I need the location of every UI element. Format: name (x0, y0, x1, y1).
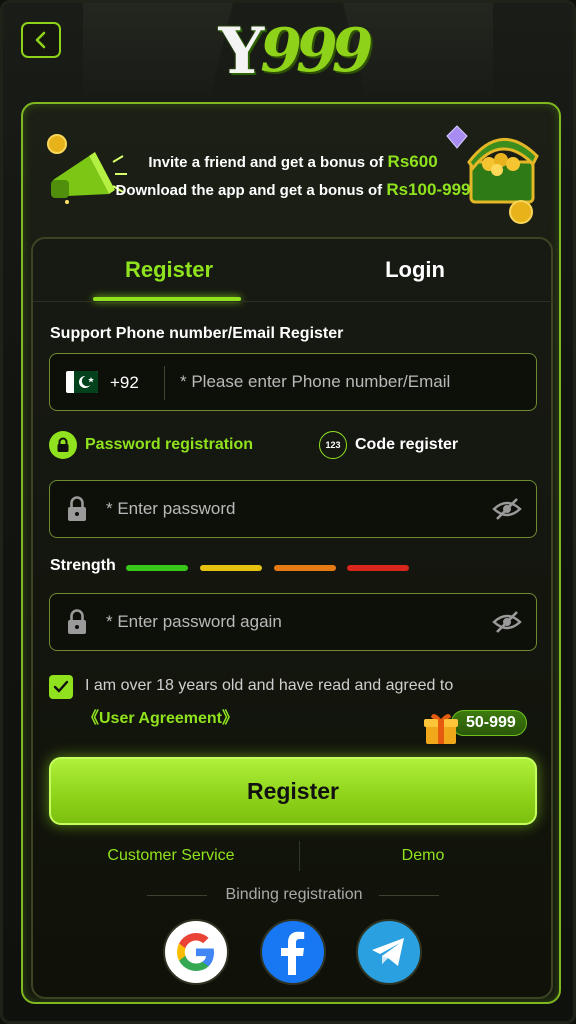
lock-icon (68, 609, 86, 634)
binding-line-right (379, 895, 439, 896)
phone-email-input[interactable] (180, 372, 520, 392)
code-register-label: Code register (355, 436, 459, 453)
password-input[interactable] (106, 499, 476, 519)
app-frame: Y 999 Invite a friend and get a bonus of… (0, 0, 576, 1024)
bonus-banner: Invite a friend and get a bonus of Rs600… (23, 104, 563, 236)
logo-number: 999 (260, 16, 373, 86)
register-form-card: Register Login Support Phone number/Emai… (31, 237, 555, 999)
google-login-button[interactable] (163, 919, 229, 985)
eye-off-icon[interactable] (492, 610, 522, 634)
lock-icon (49, 431, 77, 459)
password-registration-option[interactable]: Password registration (49, 431, 253, 459)
confirm-password-input[interactable] (106, 612, 476, 632)
app-logo: Y 999 (203, 11, 383, 91)
agreement-text: I am over 18 years old and have read and… (85, 677, 454, 694)
demo-link[interactable]: Demo (303, 847, 543, 865)
invite-bonus-label: Invite a friend and get a bonus of (148, 154, 384, 171)
facebook-icon (281, 931, 305, 975)
strength-bar-3 (274, 565, 336, 571)
tabs-divider (33, 301, 555, 302)
auth-tabs: Register Login (33, 239, 555, 303)
confirm-password-field (49, 593, 537, 651)
megaphone-icon (47, 134, 127, 204)
password-strength: Strength (50, 557, 538, 577)
phone-separator (164, 366, 165, 400)
back-button[interactable] (21, 22, 61, 58)
strength-bar-2 (200, 565, 262, 571)
binding-registration: Binding registration (33, 883, 555, 907)
footer-links: Customer Service Demo (33, 841, 555, 871)
password-field (49, 480, 537, 538)
google-icon (177, 933, 214, 971)
strength-bar-1 (126, 565, 188, 571)
checkmark-icon (53, 680, 69, 693)
eye-off-icon[interactable] (492, 497, 522, 521)
download-bonus-label: Download the app and get a bonus of (115, 182, 383, 199)
user-agreement-link[interactable]: 《User Agreement》 (83, 704, 238, 728)
code-123-icon: 123 (319, 431, 347, 459)
phone-field: +92 (49, 353, 537, 411)
gift-amount: 50-999 (451, 710, 527, 736)
chevron-left-icon (35, 31, 46, 49)
country-code[interactable]: +92 (110, 373, 139, 393)
register-method-label: Support Phone number/Email Register (50, 325, 344, 342)
tab-login[interactable]: Login (335, 257, 495, 283)
password-registration-label: Password registration (85, 436, 254, 453)
lock-icon (68, 496, 86, 521)
telegram-icon (372, 938, 404, 966)
register-panel: Invite a friend and get a bonus of Rs600… (21, 102, 561, 1004)
pakistan-flag-icon[interactable] (66, 371, 98, 393)
strength-bar-4 (347, 565, 409, 571)
agreement-checkbox[interactable] (49, 675, 73, 699)
customer-service-link[interactable]: Customer Service (51, 847, 291, 865)
register-method-row: Password registration 123 Code register (49, 429, 537, 463)
gift-icon (424, 713, 458, 744)
treasure-chest-icon (446, 125, 539, 224)
binding-registration-label: Binding registration (225, 886, 363, 903)
facebook-login-button[interactable] (260, 919, 326, 985)
invite-bonus-amount: Rs600 (387, 152, 438, 171)
telegram-login-button[interactable] (356, 919, 422, 985)
register-button[interactable]: Register (49, 757, 537, 825)
code-register-option[interactable]: 123 Code register (319, 431, 458, 459)
tab-register[interactable]: Register (89, 257, 249, 283)
strength-label: Strength (50, 557, 116, 574)
gift-bonus-badge: 50-999 (413, 706, 547, 750)
logo-letter: Y (218, 13, 265, 89)
footer-separator (299, 841, 300, 871)
